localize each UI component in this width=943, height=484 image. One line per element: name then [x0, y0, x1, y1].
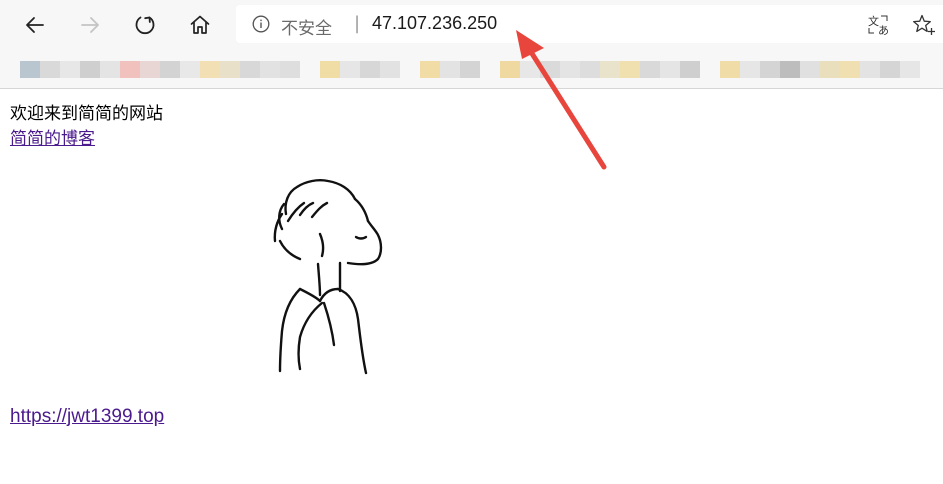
address-separator: |	[354, 13, 361, 34]
favorites-bar-item[interactable]	[640, 61, 660, 78]
favorites-bar-item[interactable]	[80, 61, 100, 78]
favorites-bar-item[interactable]	[60, 61, 80, 78]
security-status-label[interactable]: 不安全	[281, 14, 332, 39]
browser-window: 不安全 | 47.107.236.250 文 あ 欢迎来到简简的网站 简简的博客…	[0, 0, 943, 484]
favorites-bar-item[interactable]	[240, 61, 260, 78]
favorites-bar-item[interactable]	[580, 61, 600, 78]
favorites-bar-item[interactable]	[780, 61, 800, 78]
arrow-right-icon	[81, 17, 99, 33]
refresh-icon	[135, 16, 155, 35]
favorites-bar-item[interactable]	[840, 61, 860, 78]
arrow-left-icon	[26, 17, 44, 33]
forward-button[interactable]	[74, 9, 106, 41]
favorites-bar-item[interactable]	[160, 61, 180, 78]
refresh-button[interactable]	[129, 9, 161, 41]
favorites-bar-item[interactable]	[880, 61, 900, 78]
browser-toolbar: 不安全 | 47.107.236.250 文 あ	[0, 0, 943, 50]
boy-illustration	[273, 179, 383, 375]
favorites-bar-item[interactable]	[380, 61, 400, 78]
favorites-bar-item[interactable]	[100, 61, 120, 78]
blog-link[interactable]: 简简的博客	[10, 128, 95, 150]
favorites-bar-item[interactable]	[860, 61, 880, 78]
favorites-bar	[0, 50, 943, 89]
favorites-bar-item[interactable]	[360, 61, 380, 78]
favorites-bar-item[interactable]	[560, 61, 580, 78]
favorites-bar-item[interactable]	[740, 61, 760, 78]
favorites-bar-item[interactable]	[320, 61, 340, 78]
favorites-bar-item[interactable]	[500, 61, 520, 78]
favorites-bar-item[interactable]	[800, 61, 820, 78]
url-text[interactable]: 47.107.236.250	[372, 13, 497, 34]
welcome-heading: 欢迎来到简简的网站	[10, 104, 163, 124]
svg-text:あ: あ	[878, 24, 889, 36]
favorites-bar-item[interactable]	[680, 61, 700, 78]
favorites-bar-item[interactable]	[760, 61, 780, 78]
favorites-bar-item[interactable]	[420, 61, 440, 78]
favorites-bar-item[interactable]	[140, 61, 160, 78]
favorites-bar-item[interactable]	[340, 61, 360, 78]
favorites-bar-item[interactable]	[40, 61, 60, 78]
translate-icon[interactable]: 文 あ	[867, 14, 889, 36]
favorites-bar-item[interactable]	[600, 61, 620, 78]
favorites-bar-item[interactable]	[280, 61, 300, 78]
favorites-bar-item[interactable]	[200, 61, 220, 78]
home-button[interactable]	[184, 9, 216, 41]
address-bar[interactable]: 不安全 | 47.107.236.250 文 あ	[236, 5, 943, 43]
favorites-bar-item[interactable]	[720, 61, 740, 78]
favorites-bar-item[interactable]	[440, 61, 460, 78]
info-icon[interactable]	[252, 15, 270, 33]
star-plus-icon[interactable]	[912, 13, 936, 37]
favorites-bar-item[interactable]	[220, 61, 240, 78]
favorites-bar-item[interactable]	[520, 61, 540, 78]
back-button[interactable]	[19, 9, 51, 41]
favorites-bar-item[interactable]	[620, 61, 640, 78]
favorites-bar-item[interactable]	[820, 61, 840, 78]
favorites-bar-item[interactable]	[900, 61, 920, 78]
page-content: 欢迎来到简简的网站 简简的博客 https://jwt1399.top	[0, 89, 943, 484]
favorites-bar-item[interactable]	[20, 61, 40, 78]
favorites-bar-item[interactable]	[460, 61, 480, 78]
favorites-bar-item[interactable]	[180, 61, 200, 78]
home-icon	[190, 15, 210, 34]
favorites-bar-item[interactable]	[540, 61, 560, 78]
favorites-bar-item[interactable]	[120, 61, 140, 78]
favorites-bar-item[interactable]	[660, 61, 680, 78]
site-link[interactable]: https://jwt1399.top	[10, 406, 164, 428]
favorites-bar-item[interactable]	[260, 61, 280, 78]
